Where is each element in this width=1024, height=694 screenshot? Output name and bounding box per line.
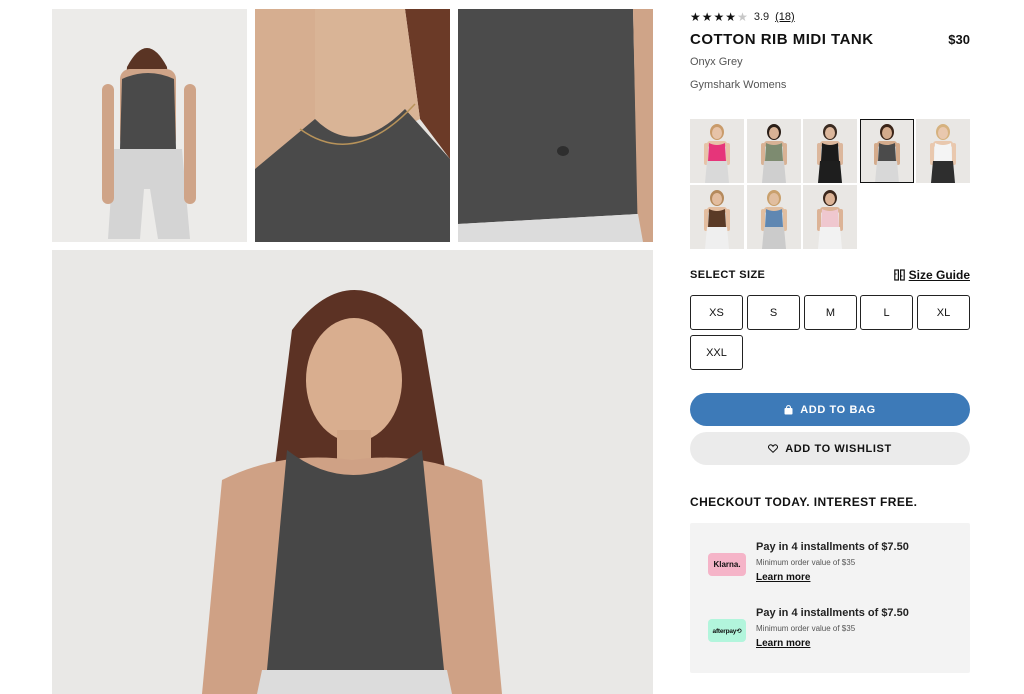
size-option-xl[interactable]: XL <box>917 295 970 330</box>
gallery-image-hem[interactable] <box>458 9 653 242</box>
color-swatch-brown[interactable] <box>690 185 744 249</box>
size-option-s[interactable]: S <box>747 295 800 330</box>
gallery-image-back[interactable] <box>52 9 247 242</box>
color-swatch-white[interactable] <box>916 119 970 183</box>
color-swatch-sage[interactable] <box>746 119 801 183</box>
klarna-details: Pay in 4 installments of $7.50 Minimum o… <box>756 541 909 585</box>
gallery-image-neckline[interactable] <box>255 9 450 242</box>
product-title: COTTON RIB MIDI TANK <box>690 31 874 48</box>
color-swatch-black[interactable] <box>803 119 857 183</box>
ruler-icon <box>893 269 905 281</box>
product-rating: ★ ★ ★ ★ ★ 3.9 (18) <box>690 10 795 24</box>
add-to-wishlist-label: ADD TO WISHLIST <box>785 442 892 455</box>
checkout-heading: CHECKOUT TODAY. INTEREST FREE. <box>690 495 918 509</box>
afterpay-learn-more-link[interactable]: Learn more <box>756 638 810 649</box>
add-to-bag-button[interactable]: ADD TO BAG <box>690 393 970 426</box>
klarna-logo: Klarna. <box>708 553 746 576</box>
product-color: Onyx Grey <box>690 56 743 68</box>
color-swatch-onyx-grey[interactable] <box>859 119 914 183</box>
size-guide-link[interactable]: Size Guide <box>893 268 970 282</box>
payment-options: Klarna. Pay in 4 installments of $7.50 M… <box>690 523 970 673</box>
add-to-wishlist-button[interactable]: ADD TO WISHLIST <box>690 432 970 465</box>
afterpay-logo: afterpay⟲ <box>708 619 746 642</box>
gallery-image-front[interactable] <box>52 250 653 694</box>
star-filled-icon: ★ <box>725 10 737 24</box>
afterpay-minimum: Minimum order value of $35 <box>756 624 856 633</box>
size-option-l[interactable]: L <box>860 295 913 330</box>
color-swatch-pink[interactable] <box>690 119 744 183</box>
payment-option-klarna: Klarna. Pay in 4 installments of $7.50 M… <box>708 541 958 591</box>
afterpay-installments: Pay in 4 installments of $7.50 <box>756 607 909 619</box>
review-count-link[interactable]: (18) <box>775 11 795 23</box>
star-filled-icon: ★ <box>701 10 713 24</box>
color-swatch-blue[interactable] <box>746 185 801 249</box>
bag-icon <box>784 404 793 414</box>
rating-score: 3.9 <box>753 11 770 23</box>
payment-option-afterpay: afterpay⟲ Pay in 4 installments of $7.50… <box>708 607 958 657</box>
select-size-label: SELECT SIZE <box>690 269 766 281</box>
product-collection: Gymshark Womens <box>690 79 787 91</box>
klarna-installments: Pay in 4 installments of $7.50 <box>756 541 909 553</box>
color-swatch-light-pink[interactable] <box>803 185 857 249</box>
add-to-bag-label: ADD TO BAG <box>800 403 876 416</box>
klarna-minimum: Minimum order value of $35 <box>756 558 856 567</box>
star-empty-icon: ★ <box>737 10 748 24</box>
afterpay-details: Pay in 4 installments of $7.50 Minimum o… <box>756 607 909 651</box>
star-filled-icon: ★ <box>713 10 725 24</box>
size-option-m[interactable]: M <box>804 295 857 330</box>
size-option-xxl[interactable]: XXL <box>690 335 743 370</box>
size-guide-label: Size Guide <box>908 268 970 282</box>
product-price: $30 <box>948 32 970 47</box>
klarna-learn-more-link[interactable]: Learn more <box>756 572 810 583</box>
heart-icon <box>768 444 779 453</box>
product-info: ★ ★ ★ ★ ★ 3.9 (18) COTTON RIB MIDI TANK … <box>690 0 970 694</box>
star-filled-icon: ★ <box>690 10 701 24</box>
star-rating: ★ ★ ★ ★ ★ <box>690 11 748 23</box>
size-option-xs[interactable]: XS <box>690 295 743 330</box>
product-gallery <box>0 0 680 694</box>
